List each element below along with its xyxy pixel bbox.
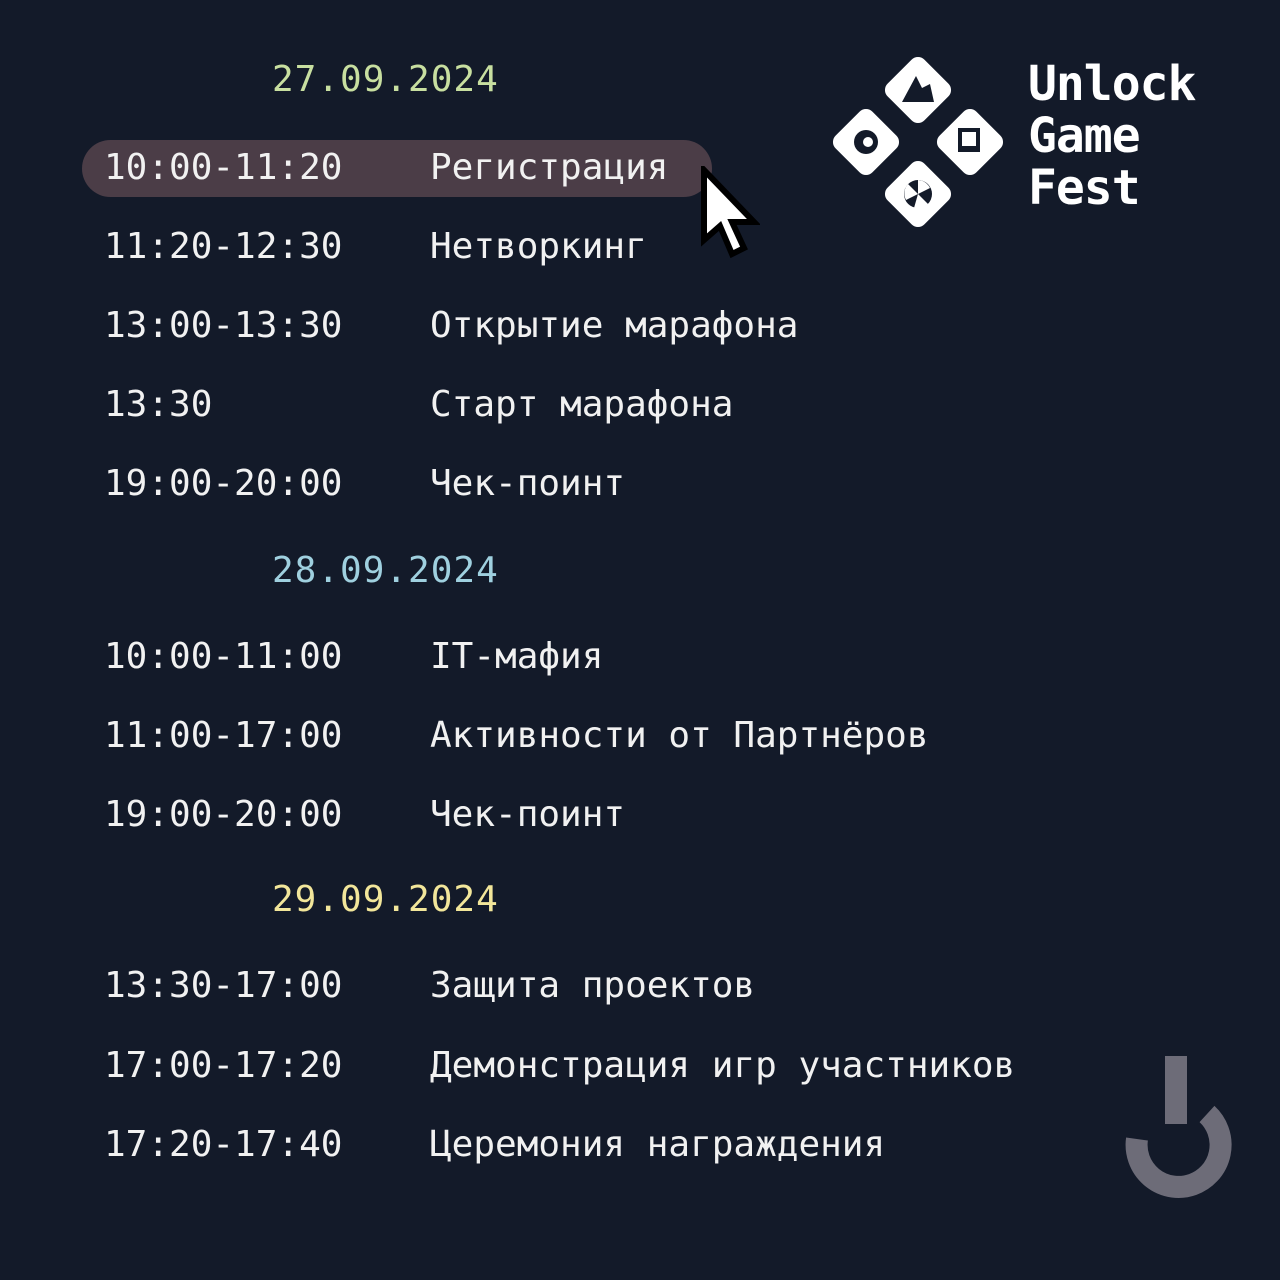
- row-event: IT-мафия: [430, 636, 604, 677]
- row-event: Демонстрация игр участников: [430, 1045, 1016, 1086]
- brand-line-2: Game: [1028, 108, 1141, 164]
- row-event: Чек-поинт: [430, 463, 626, 504]
- mouse-pointer-icon: [701, 166, 760, 259]
- row-event: Защита проектов: [430, 965, 756, 1006]
- schedule-row[interactable]: 19:00-20:00 Чек-поинт: [104, 787, 625, 843]
- row-time: 17:20-17:40: [104, 1124, 343, 1165]
- day-heading-2: 28.09.2024: [272, 550, 499, 591]
- schedule-row[interactable]: 17:00-17:20 Демонстрация игр участников: [104, 1038, 1015, 1094]
- row-time: 11:20-12:30: [104, 226, 343, 267]
- row-time: 13:00-13:30: [104, 305, 343, 346]
- row-event: Нетворкинг: [430, 226, 647, 267]
- brand-line-1: Unlock: [1028, 56, 1196, 112]
- row-event: Чек-поинт: [430, 794, 626, 835]
- row-time: 19:00-20:00: [104, 794, 343, 835]
- row-time: 10:00-11:20: [104, 147, 343, 188]
- schedule-row[interactable]: 13:30 Старт марафона: [104, 377, 733, 433]
- row-event: Церемония награждения: [430, 1124, 886, 1165]
- schedule-row[interactable]: 11:20-12:30 Нетворкинг: [104, 219, 647, 275]
- row-event: Активности от Партнёров: [430, 715, 929, 756]
- schedule-row[interactable]: 13:00-13:30 Открытие марафона: [104, 298, 798, 354]
- brand-wordmark: Unlock Game Fest: [1028, 56, 1196, 216]
- schedule-row[interactable]: 10:00-11:20 Регистрация: [104, 140, 668, 196]
- row-time: 17:00-17:20: [104, 1045, 343, 1086]
- schedule-row[interactable]: 17:20-17:40 Церемония награждения: [104, 1117, 885, 1173]
- schedule-row[interactable]: 13:30-17:00 Защита проектов: [104, 958, 755, 1014]
- row-time: 10:00-11:00: [104, 636, 343, 677]
- row-time: 13:30: [104, 384, 213, 425]
- gamepad-diamond-icon: [832, 56, 1004, 228]
- day-heading-3: 29.09.2024: [272, 879, 499, 920]
- brand-line-3: Fest: [1028, 160, 1141, 216]
- row-time: 19:00-20:00: [104, 463, 343, 504]
- row-event: Старт марафона: [430, 384, 734, 425]
- schedule-row[interactable]: 11:00-17:00 Активности от Партнёров: [104, 708, 929, 764]
- schedule-row[interactable]: 10:00-11:00 IT-мафия: [104, 629, 603, 685]
- power-hook-icon: [1125, 1056, 1232, 1198]
- row-time: 11:00-17:00: [104, 715, 343, 756]
- row-time: 13:30-17:00: [104, 965, 343, 1006]
- row-event: Регистрация: [430, 147, 669, 188]
- row-event: Открытие марафона: [430, 305, 799, 346]
- day-heading-1: 27.09.2024: [272, 59, 499, 100]
- schedule-row[interactable]: 19:00-20:00 Чек-поинт: [104, 456, 625, 512]
